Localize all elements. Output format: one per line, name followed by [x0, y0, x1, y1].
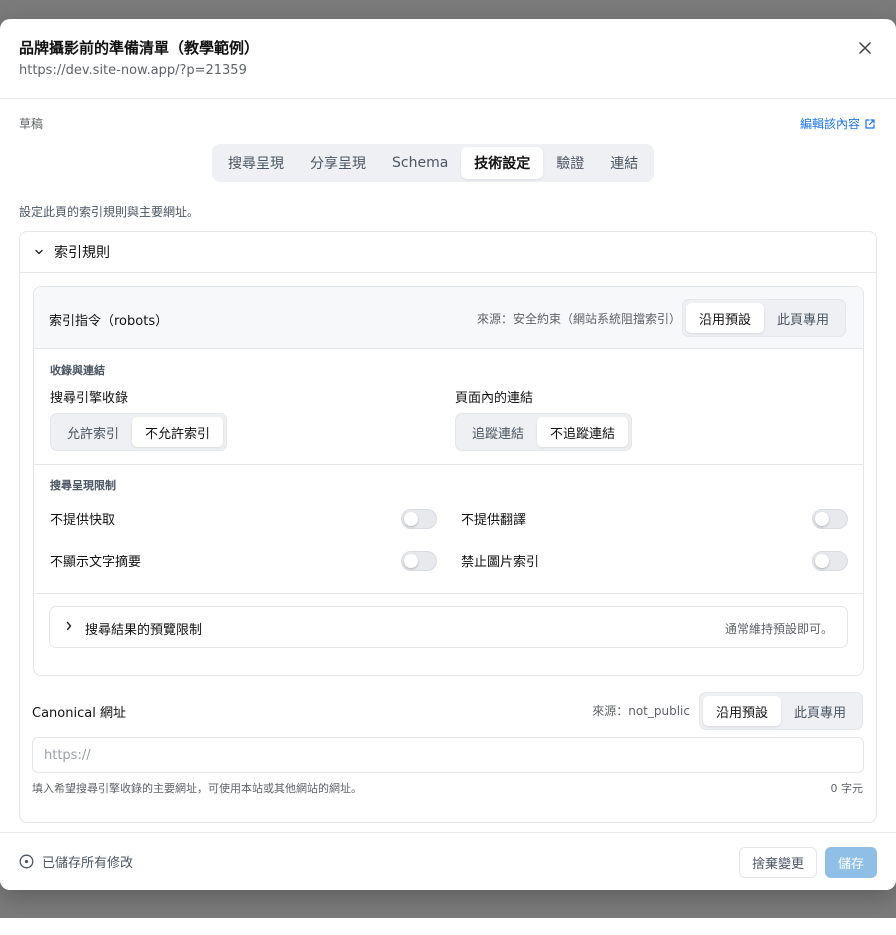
canonical-url-input[interactable]	[32, 737, 864, 773]
page-links-label: 頁面內的連結	[455, 391, 534, 406]
no-cache-toggle[interactable]	[401, 509, 437, 529]
no-snippet-label: 不顯示文字摘要	[50, 555, 142, 570]
nofollow-links-option[interactable]: 不追蹤連結	[537, 417, 629, 447]
canonical-mode-default[interactable]: 沿用預設	[703, 696, 782, 726]
toggle-knob	[404, 512, 418, 526]
chevron-right-icon	[66, 621, 72, 631]
modal-header: 品牌攝影前的準備清單（教學範例） https://dev.site-now.ap…	[0, 19, 896, 99]
modal-footer: 已儲存所有修改 捨棄變更 儲存	[0, 832, 896, 890]
search-engine-label: 搜尋引擎收錄	[50, 391, 129, 406]
allow-indexing-option[interactable]: 允許索引	[54, 417, 132, 447]
discard-changes-button[interactable]: 捨棄變更	[739, 847, 817, 878]
canonical-mode-custom[interactable]: 此頁專用	[781, 696, 859, 726]
tab-verification[interactable]: 驗證	[543, 147, 597, 179]
robots-mode-toggle: 沿用預設 此頁專用	[682, 299, 847, 337]
page-url: https://dev.site-now.app/?p=21359	[19, 63, 247, 78]
tab-bar: 搜尋呈現 分享呈現 Schema 技術設定 驗證 連結	[212, 144, 655, 182]
tab-description: 設定此頁的索引規則與主要網址。	[19, 205, 200, 219]
index-rules-title: 索引規則	[54, 245, 110, 261]
save-status: 已儲存所有修改	[19, 852, 133, 871]
tab-links[interactable]: 連結	[597, 147, 651, 179]
index-rules-toggle[interactable]: 索引規則	[20, 232, 876, 273]
section-divider	[34, 593, 863, 594]
canonical-source: 來源：not_public	[592, 704, 690, 718]
tab-search-display[interactable]: 搜尋呈現	[215, 147, 297, 179]
edit-link-label: 編輯該內容	[799, 117, 860, 131]
no-translate-toggle[interactable]	[812, 509, 848, 529]
canonical-help-text: 填入希望搜尋引擎收錄的主要網址，可使用本站或其他網站的網址。	[32, 782, 362, 795]
no-cache-label: 不提供快取	[50, 513, 116, 528]
indexing-section-label: 收錄與連結	[50, 364, 105, 377]
page-footer-strip	[0, 918, 896, 935]
canonical-mode-toggle: 沿用預設 此頁專用	[699, 692, 864, 730]
save-button[interactable]: 儲存	[825, 847, 877, 878]
status-label: 草稿	[19, 117, 44, 131]
section-divider	[34, 464, 863, 465]
robots-header: 索引指令（robots） 來源：安全約束（網站系統阻擋索引） 沿用預設 此頁專用	[34, 287, 863, 349]
follow-links-option[interactable]: 追蹤連結	[459, 417, 537, 447]
chevron-down-icon	[35, 249, 43, 255]
seo-settings-modal: 品牌攝影前的準備清單（教學範例） https://dev.site-now.ap…	[0, 19, 896, 890]
tab-technical-settings[interactable]: 技術設定	[461, 147, 544, 179]
display-limits-section-label: 搜尋呈現限制	[50, 479, 116, 492]
toggle-knob	[404, 554, 418, 568]
robots-mode-custom[interactable]: 此頁專用	[764, 303, 842, 333]
no-image-index-label: 禁止圖片索引	[461, 555, 540, 570]
check-circle-icon	[19, 854, 34, 869]
preview-limits-hint: 通常維持預設即可。	[724, 622, 833, 636]
modal-title: 品牌攝影前的準備清單（教學範例）	[19, 39, 260, 57]
tab-schema[interactable]: Schema	[379, 147, 461, 179]
robots-source: 來源：安全約束（網站系統阻擋索引）	[476, 312, 681, 326]
tab-share-display[interactable]: 分享呈現	[297, 147, 379, 179]
edit-content-link[interactable]: 編輯該內容	[800, 115, 876, 132]
no-snippet-toggle[interactable]	[401, 551, 437, 571]
preview-limits-toggle[interactable]: 搜尋結果的預覽限制 通常維持預設即可。	[49, 606, 848, 648]
toggle-knob	[815, 554, 829, 568]
robots-title: 索引指令（robots）	[49, 314, 169, 329]
robots-mode-default[interactable]: 沿用預設	[686, 303, 765, 333]
save-status-text: 已儲存所有修改	[42, 856, 134, 871]
close-icon	[859, 42, 871, 54]
canonical-char-count: 0 字元	[830, 782, 864, 795]
close-button[interactable]	[854, 37, 876, 59]
canonical-title: Canonical 網址	[32, 706, 126, 721]
disallow-indexing-option[interactable]: 不允許索引	[132, 417, 224, 447]
index-rules-card: 索引規則 索引指令（robots） 來源：安全約束（網站系統阻擋索引） 沿用預設…	[19, 231, 877, 823]
preview-limits-title: 搜尋結果的預覽限制	[85, 623, 203, 638]
backdrop	[0, 890, 896, 918]
toggle-knob	[815, 512, 829, 526]
backdrop	[0, 0, 896, 19]
robots-panel: 索引指令（robots） 來源：安全約束（網站系統阻擋索引） 沿用預設 此頁專用…	[33, 286, 864, 676]
external-link-icon	[865, 118, 875, 129]
page-links-toggle: 追蹤連結 不追蹤連結	[455, 413, 633, 451]
no-translate-label: 不提供翻譯	[461, 513, 527, 528]
no-image-index-toggle[interactable]	[812, 551, 848, 571]
search-engine-indexing-toggle: 允許索引 不允許索引	[50, 413, 228, 451]
